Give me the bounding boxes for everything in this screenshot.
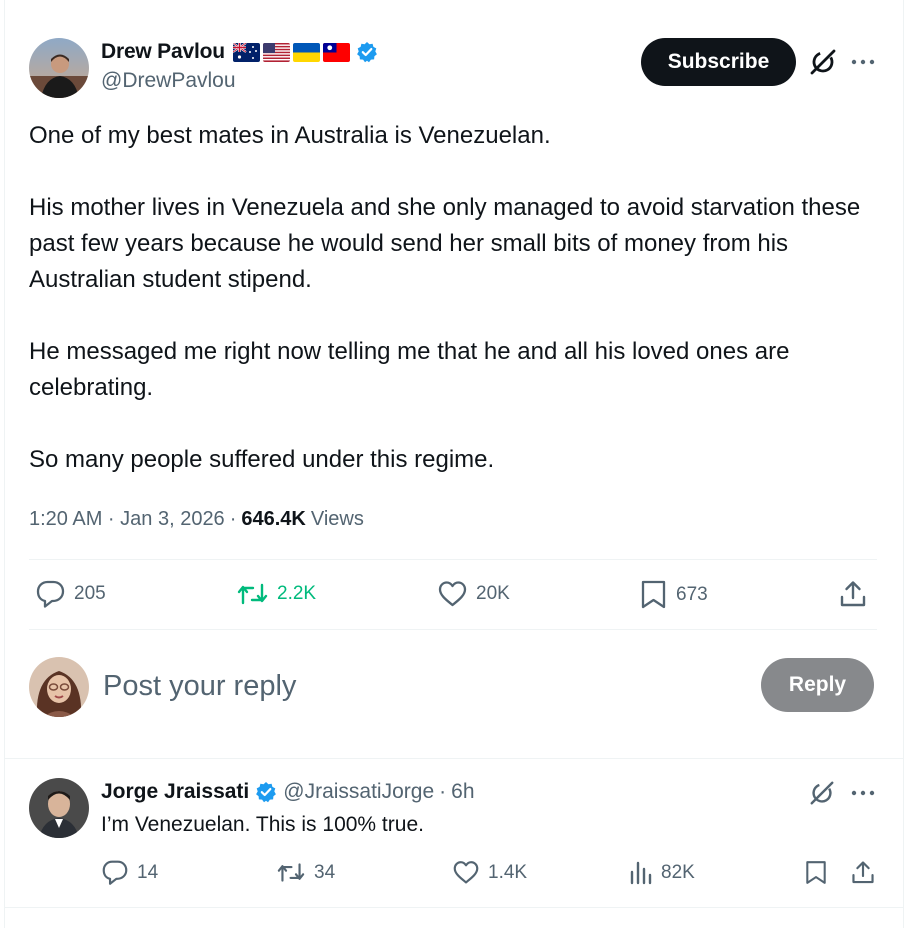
- repost-count: 2.2K: [277, 583, 317, 604]
- share-action[interactable]: [838, 579, 876, 609]
- author-display-name[interactable]: Drew Pavlou: [101, 40, 225, 64]
- repost-count: 34: [314, 861, 336, 883]
- reply-author-handle[interactable]: @JraissatiJorge: [283, 780, 434, 804]
- tweet-timestamp[interactable]: 1:20 AM · Jan 3, 2026: [29, 508, 225, 531]
- reply-author-row: Jorge Jraissati @JraissatiJorge · 6h: [101, 777, 475, 807]
- reply-author-avatar[interactable]: [29, 778, 89, 838]
- author-name-row: Drew Pavlou: [101, 37, 378, 67]
- verified-badge-icon[interactable]: [356, 41, 378, 63]
- tweet-meta: 1:20 AM · Jan 3, 2026 · 646.4K Views: [29, 504, 364, 534]
- like-count: 20K: [476, 583, 510, 604]
- more-options-icon[interactable]: [850, 52, 876, 72]
- subscribe-button[interactable]: Subscribe: [641, 38, 796, 86]
- views-action[interactable]: 82K: [629, 859, 695, 886]
- reply-count: 14: [137, 861, 159, 883]
- bookmark-count: 673: [676, 583, 708, 605]
- divider: [29, 559, 877, 560]
- share-icon: [840, 581, 866, 607]
- reply-icon: [102, 860, 128, 885]
- analytics-icon: [630, 861, 652, 885]
- meta-separator: ·: [439, 780, 447, 803]
- divider: [4, 907, 904, 908]
- heart-icon: [438, 581, 467, 607]
- tweet-text: One of my best mates in Australia is Ven…: [29, 118, 879, 478]
- bookmark-icon: [641, 580, 666, 609]
- reply-time[interactable]: 6h: [451, 780, 474, 804]
- ukraine-flag-icon: [292, 42, 320, 62]
- reply-icon: [36, 580, 65, 608]
- reply-input[interactable]: [103, 664, 723, 708]
- repost-icon: [237, 583, 268, 605]
- reply-text: I’m Venezuelan. This is 100% true.: [101, 813, 424, 836]
- tweet-paragraph: One of my best mates in Australia is Ven…: [29, 122, 551, 149]
- verified-badge-icon[interactable]: [255, 781, 277, 803]
- share-action[interactable]: [850, 859, 884, 886]
- grok-icon[interactable]: [808, 779, 836, 807]
- share-icon: [852, 861, 874, 884]
- more-options-icon[interactable]: [850, 783, 876, 803]
- reply-button[interactable]: Reply: [761, 658, 874, 712]
- australia-flag-icon: [232, 42, 260, 62]
- repost-icon: [277, 863, 305, 882]
- repost-action[interactable]: 34: [276, 859, 335, 886]
- reply-count: 205: [74, 583, 106, 604]
- heart-icon: [453, 861, 479, 884]
- divider: [4, 758, 904, 759]
- repost-action[interactable]: 2.2K: [236, 579, 316, 609]
- usa-flag-icon: [262, 42, 290, 62]
- reply-action[interactable]: 205: [35, 579, 106, 609]
- author-avatar[interactable]: [29, 38, 89, 98]
- bookmark-icon: [806, 861, 826, 884]
- bookmark-action[interactable]: 673: [639, 579, 708, 610]
- meta-separator: ·: [229, 507, 237, 530]
- current-user-avatar[interactable]: [29, 657, 89, 717]
- tweet-paragraph: His mother lives in Venezuela and she on…: [29, 194, 861, 293]
- reply-action[interactable]: 14: [101, 859, 158, 886]
- reply-author-name[interactable]: Jorge Jraissati: [101, 780, 249, 804]
- tweet-paragraph: He messaged me right now telling me that…: [29, 338, 790, 401]
- author-handle[interactable]: @DrewPavlou: [101, 69, 236, 93]
- bookmark-action[interactable]: [804, 859, 836, 886]
- views-count: 82K: [661, 861, 695, 883]
- tweet-paragraph: So many people suffered under this regim…: [29, 446, 495, 473]
- grok-icon[interactable]: [808, 47, 838, 77]
- like-count: 1.4K: [488, 861, 528, 883]
- divider: [29, 629, 877, 630]
- views-count: 646.4K: [241, 507, 306, 530]
- views-label: Views: [310, 507, 364, 530]
- flag-list: [232, 42, 350, 62]
- like-action[interactable]: 1.4K: [452, 859, 527, 886]
- like-action[interactable]: 20K: [437, 579, 510, 609]
- taiwan-flag-icon: [322, 42, 350, 62]
